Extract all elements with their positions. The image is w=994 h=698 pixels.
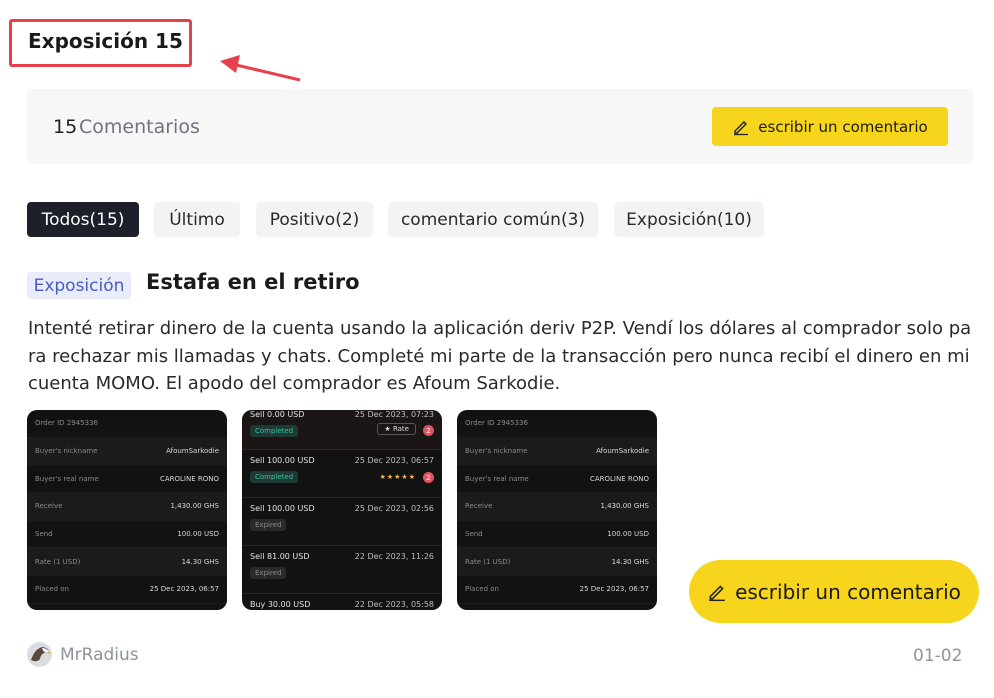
detail-key: Placed on xyxy=(35,585,69,594)
write-comment-label: escribir un comentario xyxy=(758,117,928,136)
detail-row: Buyer's real name CAROLINE RONO xyxy=(27,465,227,494)
order-date: 25 Dec 2023, 06:57 xyxy=(354,456,434,465)
author-avatar[interactable] xyxy=(27,642,52,667)
comment-count-label: Comentarios xyxy=(79,116,200,138)
detail-row: Send 100.00 USD xyxy=(457,521,657,549)
order-title: Sell 0.00 USD xyxy=(250,410,305,419)
arrow-icon xyxy=(220,55,301,82)
detail-key: Rate (1 USD) xyxy=(465,557,511,566)
detail-value: 100.00 USD xyxy=(607,530,649,539)
detail-value: 14.30 GHS xyxy=(181,557,219,566)
detail-key: Receive xyxy=(35,502,63,511)
detail-value: 100.00 USD xyxy=(177,530,219,539)
order-title: Buy 30.00 USD xyxy=(250,600,311,609)
pencil-icon xyxy=(734,120,749,135)
detail-row: Receive 1,430.00 GHS xyxy=(27,493,227,521)
order-id: Order ID 2945336 xyxy=(465,419,528,428)
detail-row: Placed on 25 Dec 2023, 06:57 xyxy=(27,576,227,604)
detail-value: CAROLINE RONO xyxy=(159,474,219,483)
order-status: Completed xyxy=(250,425,299,437)
detail-key: Buyer's real name xyxy=(465,474,529,483)
notification-badge: 2 xyxy=(423,472,434,483)
author-name[interactable]: MrRadius xyxy=(60,645,139,665)
order-item: Sell 0.00 USD 25 Dec 2023, 07:23 Complete… xyxy=(242,410,442,450)
order-date: 22 Dec 2023, 11:26 xyxy=(354,552,434,561)
detail-key: Buyer's real name xyxy=(35,474,99,483)
write-comment-button[interactable]: escribir un comentario xyxy=(712,107,948,146)
order-status: Completed xyxy=(250,471,299,483)
order-title: Sell 100.00 USD xyxy=(250,456,315,465)
detail-key: Send xyxy=(35,530,53,539)
detail-key: Receive xyxy=(465,502,493,511)
post-date: 01-02 xyxy=(913,646,963,666)
detail-key: Buyer's nickname xyxy=(465,447,528,456)
rate-label: Rate xyxy=(392,425,409,433)
order-item: Sell 100.00 USD 25 Dec 2023, 02:56 Expire… xyxy=(242,498,442,546)
detail-value: CAROLINE RONO xyxy=(589,474,649,483)
order-item: Sell 100.00 USD 25 Dec 2023, 06:57 Comple… xyxy=(242,450,442,498)
detail-key: Placed on xyxy=(465,585,499,594)
detail-key: Buyer's nickname xyxy=(35,447,98,456)
detail-row: Rate (1 USD) 14.30 GHS xyxy=(27,548,227,577)
order-date: 25 Dec 2023, 07:23 xyxy=(354,410,434,419)
review-title[interactable]: Estafa en el retiro xyxy=(146,270,360,294)
order-title: Sell 100.00 USD xyxy=(250,504,315,513)
detail-value: 25 Dec 2023, 06:57 xyxy=(149,585,219,594)
order-date: 22 Dec 2023, 05:58 xyxy=(354,600,434,609)
notification-badge: 2 xyxy=(423,425,434,436)
tab-common[interactable]: comentario común(3) xyxy=(388,202,598,237)
detail-key: Rate (1 USD) xyxy=(35,557,81,566)
evidence-image-1[interactable]: Order ID 2945336 Buyer's nickname AfoumSa… xyxy=(27,410,227,610)
tab-latest[interactable]: Último xyxy=(154,202,240,237)
comment-count: 15 xyxy=(53,116,78,138)
order-item: Sell 81.00 USD 22 Dec 2023, 11:26 Expired xyxy=(242,546,442,594)
pencil-icon xyxy=(709,584,725,601)
order-title: Sell 81.00 USD xyxy=(250,552,310,561)
eagle-avatar-icon xyxy=(27,642,52,667)
detail-key: Send xyxy=(465,530,483,539)
detail-value: 14.30 GHS xyxy=(611,557,649,566)
order-status: Expired xyxy=(250,519,287,531)
detail-header-row: Order ID 2945336 xyxy=(457,410,657,438)
detail-value: 25 Dec 2023, 06:57 xyxy=(579,585,649,594)
detail-row: Send 100.00 USD xyxy=(27,521,227,549)
page-title: Exposición 15 xyxy=(28,29,183,53)
detail-row: Buyer's nickname AfoumSarkodie xyxy=(457,437,657,466)
detail-value: AfoumSarkodie xyxy=(166,447,219,456)
order-status: Expired xyxy=(250,567,287,579)
detail-value: 1,430.00 GHS xyxy=(170,502,219,511)
order-id: Order ID 2945336 xyxy=(35,419,98,428)
detail-row: Rate (1 USD) 14.30 GHS xyxy=(457,548,657,577)
tab-exposure[interactable]: Exposición(10) xyxy=(614,202,764,237)
order-date: 25 Dec 2023, 02:56 xyxy=(354,504,434,513)
comments-summary: 15 Comentarios escribir un comentario xyxy=(27,89,973,164)
rate-button: ★ Rate xyxy=(377,423,416,435)
tab-all[interactable]: Todos(15) xyxy=(27,202,139,237)
detail-row: Placed on 25 Dec 2023, 06:57 xyxy=(457,576,657,604)
detail-value: 1,430.00 GHS xyxy=(600,502,649,511)
detail-row: Buyer's nickname AfoumSarkodie xyxy=(27,437,227,466)
floating-write-comment-label: escribir un comentario xyxy=(735,579,961,604)
detail-row: Receive 1,430.00 GHS xyxy=(457,493,657,521)
evidence-image-2[interactable]: Sell 0.00 USD 25 Dec 2023, 07:23 Complete… xyxy=(242,410,442,610)
review-body: Intenté retirar dinero de la cuenta usan… xyxy=(28,318,972,394)
tab-positive[interactable]: Positivo(2) xyxy=(256,202,373,237)
floating-write-comment-button[interactable]: escribir un comentario xyxy=(689,560,979,623)
category-badge: Exposición xyxy=(27,272,131,299)
detail-value: AfoumSarkodie xyxy=(596,447,649,456)
order-item: Buy 30.00 USD 22 Dec 2023, 05:58 xyxy=(242,594,442,610)
detail-header-row: Order ID 2945336 xyxy=(27,410,227,438)
rating-stars: ★★★★★ xyxy=(379,473,416,481)
evidence-image-3[interactable]: Order ID 2945336 Buyer's nickname AfoumSa… xyxy=(457,410,657,610)
detail-row: Buyer's real name CAROLINE RONO xyxy=(457,465,657,494)
